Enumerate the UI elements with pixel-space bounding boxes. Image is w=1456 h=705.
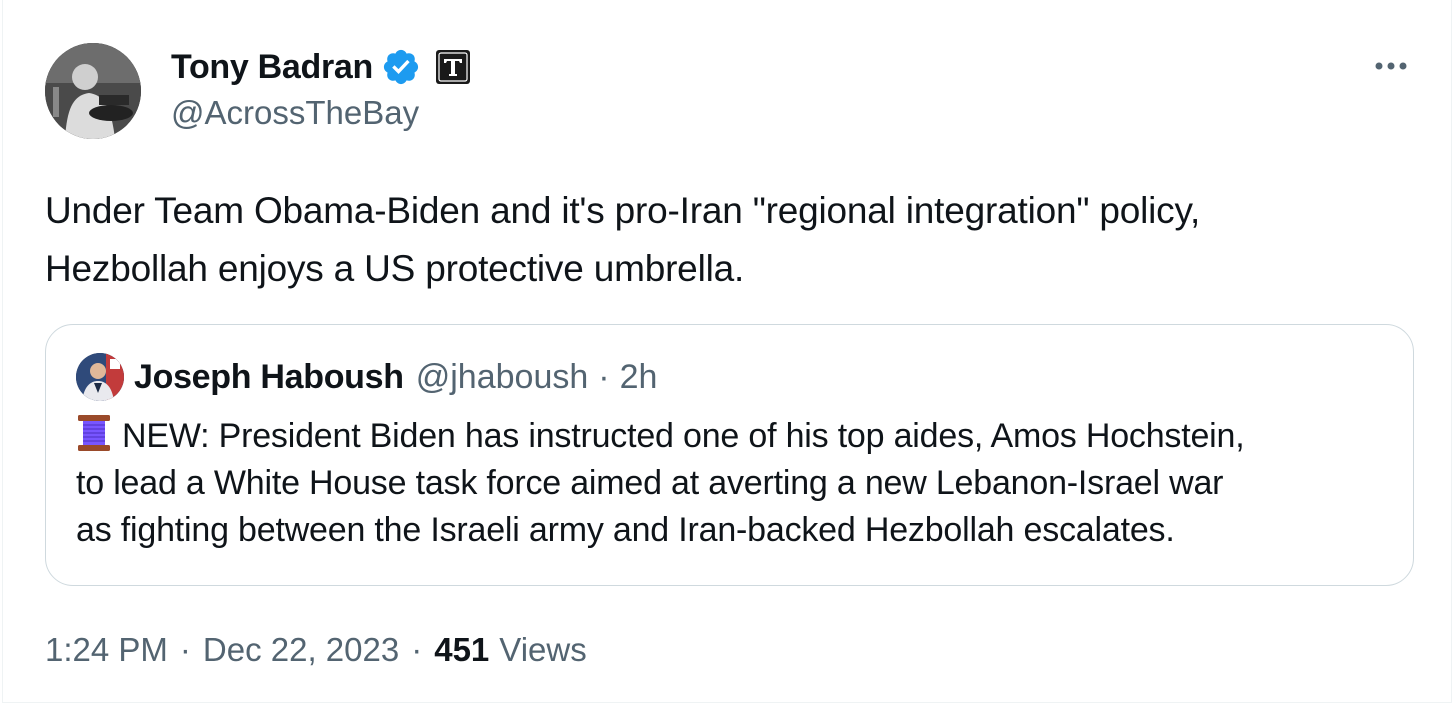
dot-separator: · [411, 631, 423, 668]
quoted-timestamp[interactable]: 2h [620, 358, 658, 397]
avatar-photo [45, 43, 141, 139]
affiliation-t-icon[interactable] [435, 49, 471, 85]
tweet-text: Under Team Obama-Biden and it's pro-Iran… [45, 182, 1425, 298]
more-dots-icon[interactable] [1371, 48, 1411, 84]
quoted-text-line: NEW: President Biden has instructed one … [76, 413, 1396, 460]
dot-separator: · [598, 357, 610, 396]
quoted-author-avatar[interactable] [76, 353, 124, 401]
thread-spool-icon [76, 413, 112, 453]
quoted-text-line: to lead a White House task force aimed a… [76, 464, 1224, 502]
author-name[interactable]: Tony Badran [171, 48, 373, 87]
quoted-text-line: as fighting between the Israeli army and… [76, 511, 1175, 549]
author-avatar[interactable] [45, 43, 141, 139]
tweet-date[interactable]: Dec 22, 2023 [203, 631, 399, 669]
quoted-text: NEW: President Biden has instructed one … [76, 413, 1396, 554]
tweet-card: Tony Badran @AcrossTheBay Under Team Oba… [2, 0, 1452, 703]
quoted-text-line1: NEW: President Biden has instructed one … [122, 417, 1245, 455]
views-label: Views [499, 631, 587, 668]
quoted-tweet[interactable]: Joseph Haboush @jhaboush · 2h NEW: Presi… [45, 324, 1414, 586]
tweet-text-line: Hezbollah enjoys a US protective umbrell… [45, 248, 745, 289]
views-count: 451 [434, 631, 490, 668]
quoted-header: Joseph Haboush @jhaboush · 2h [134, 353, 657, 401]
quoted-author-name[interactable]: Joseph Haboush [134, 358, 404, 397]
author-handle[interactable]: @AcrossTheBay [171, 94, 419, 132]
verified-badge-icon [381, 47, 421, 87]
author-name-row: Tony Badran [171, 44, 471, 90]
quoted-author-handle[interactable]: @jhaboush [416, 358, 589, 397]
tweet-meta: 1:24 PM · Dec 22, 2023 · 451 Views [45, 626, 587, 674]
tweet-time[interactable]: 1:24 PM [45, 631, 168, 669]
dot-separator: · [179, 631, 191, 668]
quoted-avatar-photo [76, 353, 124, 401]
tweet-text-line: Under Team Obama-Biden and it's pro-Iran… [45, 190, 1201, 231]
